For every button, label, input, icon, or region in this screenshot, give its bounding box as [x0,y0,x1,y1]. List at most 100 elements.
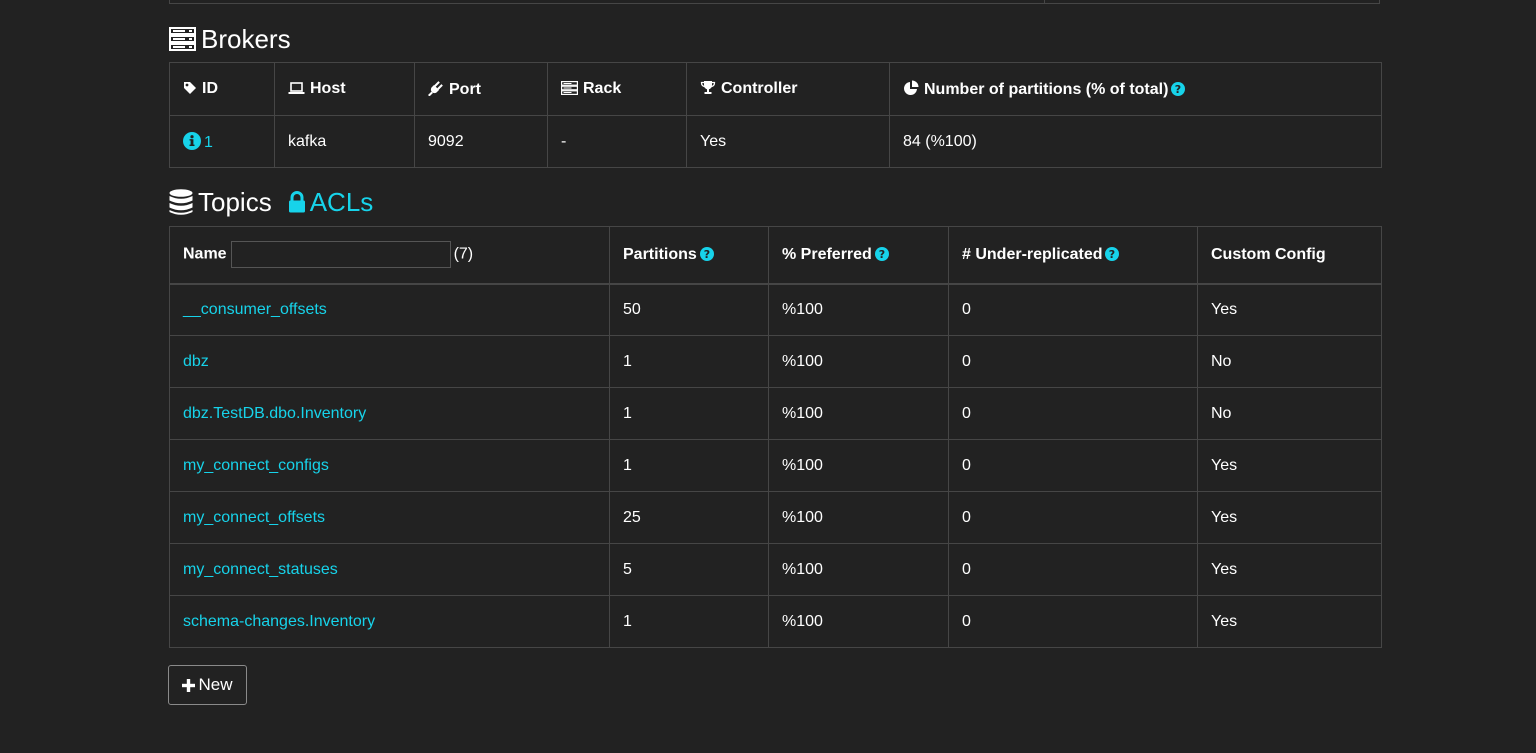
question-circle-icon[interactable]: ? [1171,81,1186,96]
topics-col-name: Name (7) [169,226,610,285]
brokers-header-row: ID Host Port Rack Controller Number of p… [169,62,1382,116]
topic-preferred-cell: %100 [768,595,949,648]
topics-heading: Topics ACLs [169,184,373,220]
topic-name-cell[interactable]: dbz [169,335,610,388]
topics-col-partitions[interactable]: Partitions ? [609,226,769,285]
brokers-col-partitions[interactable]: Number of partitions (% of total) ? [889,62,1382,116]
topic-under-replicated-cell: 0 [948,283,1198,336]
topic-link[interactable]: my_connect_configs [183,457,329,474]
topic-under-replicated-cell: 0 [948,543,1198,596]
svg-text:?: ? [879,248,885,261]
topic-link[interactable]: my_connect_statuses [183,561,338,578]
plus-icon [182,678,196,692]
broker-partitions-cell: 84 (%100) [889,115,1382,168]
topic-row: __consumer_offsets 50 %100 0 Yes [169,283,1382,336]
broker-controller-cell: Yes [686,115,890,168]
topic-custom-config-cell: Yes [1197,491,1382,544]
topics-header-row: Name (7) Partitions ? % Preferred ? # Und… [169,226,1382,285]
server-icon [169,27,196,51]
acls-link[interactable]: ACLs [288,186,374,218]
topic-preferred-cell: %100 [768,439,949,492]
topic-name-cell[interactable]: my_connect_offsets [169,491,610,544]
brokers-col-port[interactable]: Port [414,62,548,116]
topics-col-custom-config[interactable]: Custom Config [1197,226,1382,285]
previous-table-bottom-edge [169,0,1380,4]
broker-host-cell: kafka [274,115,415,168]
question-circle-icon[interactable]: ? [874,246,889,261]
topic-custom-config-cell: Yes [1197,283,1382,336]
tag-icon [184,82,196,94]
topic-preferred-cell: %100 [768,335,949,388]
lock-icon [288,191,305,213]
brokers-table: ID Host Port Rack Controller Number of p… [169,62,1382,168]
topic-link[interactable]: dbz.TestDB.dbo.Inventory [183,405,366,422]
topic-under-replicated-cell: 0 [948,335,1198,388]
topic-custom-config-cell: Yes [1197,543,1382,596]
question-circle-icon[interactable]: ? [1105,246,1120,261]
question-circle-icon[interactable]: ? [699,246,714,261]
topic-name-cell[interactable]: my_connect_statuses [169,543,610,596]
database-icon [169,188,193,215]
topic-row: schema-changes.Inventory 1 %100 0 Yes [169,595,1382,648]
topics-title: Topics [198,186,272,217]
topic-partitions-cell: 25 [609,491,769,544]
topic-preferred-cell: %100 [768,283,949,336]
topic-row: my_connect_offsets 25 %100 0 Yes [169,491,1382,544]
svg-text:?: ? [1109,248,1115,261]
topic-under-replicated-cell: 0 [948,387,1198,440]
broker-id-cell[interactable]: 1 [169,115,275,168]
topics-table: Name (7) Partitions ? % Preferred ? # Und… [169,226,1382,648]
topic-preferred-cell: %100 [768,387,949,440]
kafka-manager-page: Brokers ID Host Port Rack Controller Num… [0,0,1536,753]
server-icon [561,81,578,95]
previous-table-divider [1044,0,1045,4]
brokers-col-rack[interactable]: Rack [547,62,687,116]
trophy-icon [700,81,716,94]
topic-row: dbz.TestDB.dbo.Inventory 1 %100 0 No [169,387,1382,440]
topic-partitions-cell: 1 [609,439,769,492]
topic-link[interactable]: my_connect_offsets [183,509,325,526]
topic-name-cell[interactable]: dbz.TestDB.dbo.Inventory [169,387,610,440]
broker-id-link[interactable]: 1 [183,131,213,151]
topic-custom-config-cell: No [1197,387,1382,440]
broker-port-cell: 9092 [414,115,548,168]
brokers-col-host[interactable]: Host [274,62,415,116]
new-button-label: New [198,675,233,694]
topic-partitions-cell: 1 [609,335,769,388]
topic-preferred-cell: %100 [768,543,949,596]
topics-col-preferred[interactable]: % Preferred ? [768,226,949,285]
topic-custom-config-cell: Yes [1197,439,1382,492]
topic-custom-config-cell: No [1197,335,1382,388]
topic-name-filter-input[interactable] [230,241,451,269]
laptop-icon [288,82,305,94]
brokers-col-id[interactable]: ID [169,62,275,116]
topics-col-under-replicated[interactable]: # Under-replicated ? [948,226,1198,285]
broker-row: 1 kafka 9092 - Yes 84 (%100) [169,115,1382,168]
brokers-col-controller[interactable]: Controller [686,62,890,116]
new-topic-button[interactable]: New [168,665,247,705]
topic-under-replicated-cell: 0 [948,595,1198,648]
topic-partitions-cell: 1 [609,595,769,648]
topic-row: dbz 1 %100 0 No [169,335,1382,388]
topic-partitions-cell: 50 [609,283,769,336]
broker-rack-cell: - [547,115,687,168]
topic-link[interactable]: __consumer_offsets [183,301,327,318]
pie-chart-icon [904,80,919,95]
svg-text:?: ? [704,248,710,261]
topic-name-cell[interactable]: schema-changes.Inventory [169,595,610,648]
topic-preferred-cell: %100 [768,491,949,544]
plug-icon [428,80,443,96]
acls-label: ACLs [309,186,374,217]
topic-partitions-cell: 5 [609,543,769,596]
topic-link[interactable]: schema-changes.Inventory [183,613,375,630]
brokers-heading: Brokers [169,21,291,57]
topic-row: my_connect_configs 1 %100 0 Yes [169,439,1382,492]
topic-under-replicated-cell: 0 [948,491,1198,544]
topic-name-cell[interactable]: my_connect_configs [169,439,610,492]
topic-partitions-cell: 1 [609,387,769,440]
topic-under-replicated-cell: 0 [948,439,1198,492]
info-circle-icon [183,131,201,150]
topic-link[interactable]: dbz [183,353,209,370]
topic-custom-config-cell: Yes [1197,595,1382,648]
topic-name-cell[interactable]: __consumer_offsets [169,283,610,336]
